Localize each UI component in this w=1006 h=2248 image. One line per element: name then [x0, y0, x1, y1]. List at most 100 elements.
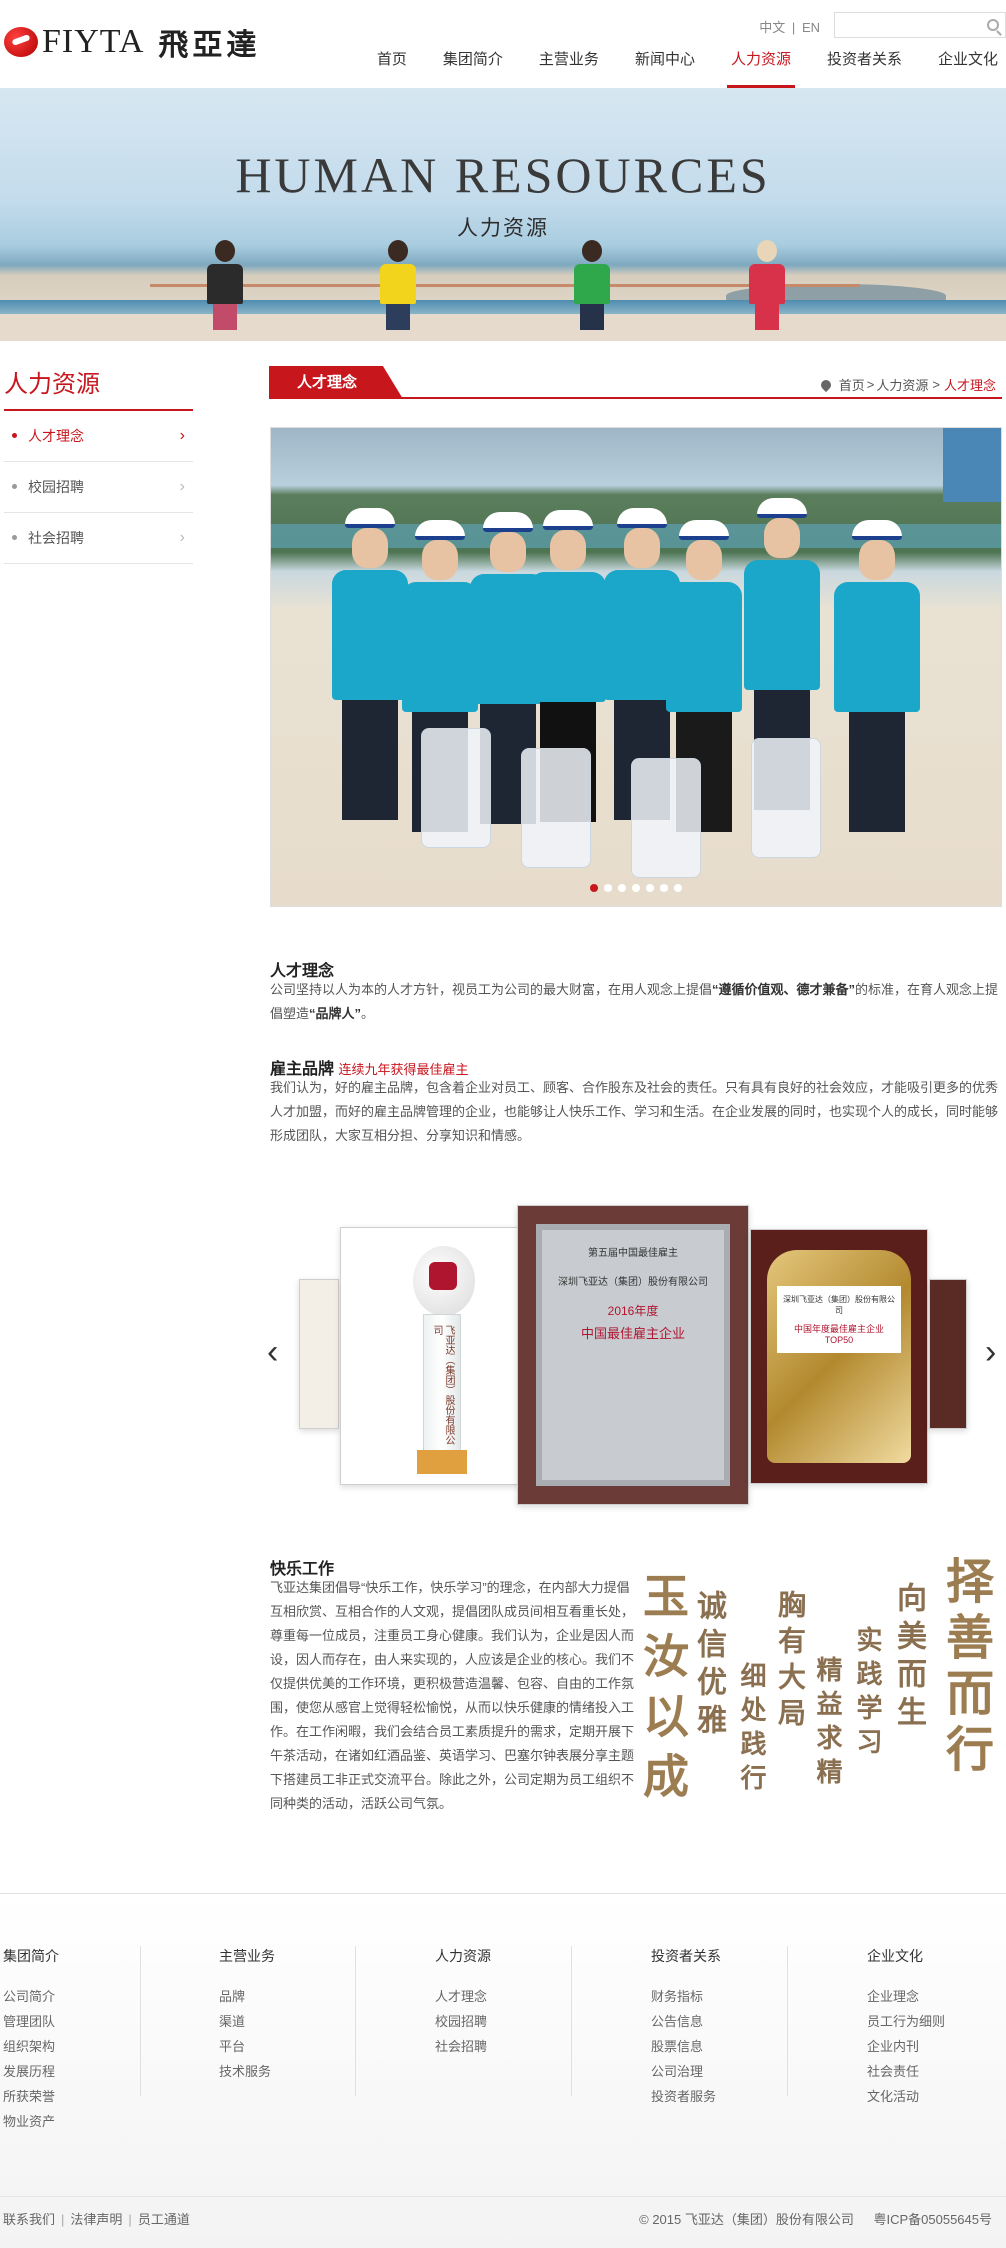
footer-link[interactable]: 物业资产	[3, 2109, 59, 2134]
footer-link[interactable]: 公告信息	[651, 2009, 721, 2034]
footer-link[interactable]: 公司简介	[3, 1984, 59, 2009]
sidebar-title: 人力资源	[4, 371, 100, 398]
carousel-prev-button[interactable]: ‹	[267, 1335, 278, 1369]
breadcrumb-home[interactable]: 首页	[839, 375, 865, 394]
banner-sand	[0, 314, 1006, 341]
nav-culture[interactable]: 企业文化	[920, 50, 1006, 88]
footer-link[interactable]: 平台	[219, 2034, 275, 2059]
footer-link[interactable]: 发展历程	[3, 2059, 59, 2084]
carousel-next-button[interactable]: ›	[985, 1335, 996, 1369]
footer-separator: |	[61, 2212, 65, 2227]
lang-cn-link[interactable]: 中文	[759, 20, 785, 35]
banner-person	[570, 240, 614, 330]
nav-hr[interactable]: 人力资源	[713, 50, 809, 88]
footer-link[interactable]: 社会招聘	[435, 2034, 491, 2059]
slider-dot[interactable]	[632, 884, 640, 892]
award-plaque-gold: 深圳飞亚达（集团）股份有限公司 中国年度最佳雇主企业TOP50	[750, 1229, 928, 1484]
banner-person	[203, 240, 247, 330]
sidebar-item-talent[interactable]: 人才理念 ›	[4, 411, 193, 462]
slider-dot[interactable]	[618, 884, 626, 892]
footer-col-investors: 投资者关系 财务指标 公告信息 股票信息 公司治理 投资者服务	[651, 1946, 721, 2104]
staff-portal-link[interactable]: 员工通道	[138, 2212, 190, 2227]
chevron-right-icon: ›	[179, 529, 185, 546]
nav-investors[interactable]: 投资者关系	[809, 50, 920, 88]
footer-col-title: 集团简介	[3, 1948, 59, 1964]
slider-dot[interactable]	[590, 884, 598, 892]
footer-link[interactable]: 社会责任	[867, 2059, 945, 2084]
calligraphy-line: 细处践行	[736, 1662, 766, 1798]
search-box	[834, 12, 1006, 38]
banner-person	[376, 240, 420, 330]
footer-link[interactable]: 技术服务	[219, 2059, 275, 2084]
legal-link[interactable]: 法律声明	[70, 2212, 122, 2227]
footer-link[interactable]: 财务指标	[651, 1984, 721, 2009]
contact-link[interactable]: 联系我们	[3, 2212, 55, 2227]
breadcrumb-separator: >	[932, 377, 940, 392]
footer-bottom-bar: 联系我们 | 法律声明 | 员工通道 © 2015 飞亚达（集团）股份有限公司 粤ICP…	[0, 2196, 1006, 2248]
location-pin-icon	[818, 377, 833, 392]
section-header: 人才理念 首页 > 人力资源 > 人才理念	[269, 366, 1002, 399]
sidebar-item-label: 人才理念	[28, 428, 84, 444]
hero-banner: HUMAN RESOURCES 人力资源	[0, 88, 1006, 341]
footer-col-business: 主营业务 品牌 渠道 平台 技术服务	[219, 1946, 275, 2096]
award-plaque-main: 第五届中国最佳雇主 深圳飞亚达（集团）股份有限公司 2016年度 中国最佳雇主企…	[517, 1205, 749, 1505]
footer-col-title: 人力资源	[435, 1948, 491, 1964]
footer-link[interactable]: 企业内刊	[867, 2034, 945, 2059]
awards-carousel: ‹ 飞亚达（集团）股份有限公司 第五届中国最佳雇主 深圳飞亚达（集团）股份有限公…	[263, 1205, 1006, 1505]
sidebar-item-label: 校园招聘	[28, 479, 84, 495]
footer-link[interactable]: 企业理念	[867, 1984, 945, 2009]
slider-dot[interactable]	[660, 884, 668, 892]
language-switch: 中文 | EN	[759, 17, 820, 36]
calligraphy-line: 实践学习	[852, 1626, 882, 1762]
footer-link[interactable]: 员工行为细则	[867, 2009, 945, 2034]
nav-home[interactable]: 首页	[359, 50, 425, 88]
footer-bottom-links: 联系我们 | 法律声明 | 员工通道	[3, 2209, 190, 2228]
talent-text-c: 。	[361, 1006, 375, 1021]
breadcrumb-current: 人才理念	[943, 378, 996, 393]
footer-link[interactable]: 人才理念	[435, 1984, 491, 2009]
photo-flag	[943, 428, 1001, 502]
calligraphy-line: 向美而生	[891, 1582, 926, 1734]
nav-group-intro[interactable]: 集团简介	[425, 50, 521, 88]
talent-text-a: 公司坚持以人为本的人才方针，视员工为公司的最大财富，在用人观念上提倡	[270, 982, 713, 997]
footer-link[interactable]: 公司治理	[651, 2059, 721, 2084]
slider-dot[interactable]	[604, 884, 612, 892]
search-input[interactable]	[835, 13, 975, 37]
nav-news[interactable]: 新闻中心	[617, 50, 713, 88]
slider-dot[interactable]	[646, 884, 654, 892]
logo-text: FIYTA	[42, 23, 145, 60]
footer-link[interactable]: 组织架构	[3, 2034, 59, 2059]
footer-col-hr: 人力资源 人才理念 校园招聘 社会招聘	[435, 1946, 491, 2096]
photo-bag	[751, 738, 821, 858]
logo-mark-icon	[4, 27, 38, 57]
footer-divider	[355, 1946, 356, 2096]
footer-link[interactable]: 所获荣誉	[3, 2084, 59, 2109]
calligraphy-line: 精益求精	[812, 1656, 842, 1792]
bullet-icon	[12, 484, 17, 489]
footer-link[interactable]: 文化活动	[867, 2084, 945, 2109]
logo[interactable]: FIYTA 飛亞達	[4, 20, 260, 64]
talent-text: 公司坚持以人为本的人才方针，视员工为公司的最大财富，在用人观念上提倡“遵循价值观…	[270, 978, 1002, 1026]
slider-dot[interactable]	[674, 884, 682, 892]
footer-link[interactable]: 投资者服务	[651, 2084, 721, 2109]
footer	[0, 1893, 1006, 2248]
footer-link[interactable]: 管理团队	[3, 2009, 59, 2034]
nav-business[interactable]: 主营业务	[521, 50, 617, 88]
footer-link[interactable]: 校园招聘	[435, 2009, 491, 2034]
talent-text-bold-a: “遵循价值观、德才兼备”	[712, 982, 856, 997]
footer-link[interactable]: 品牌	[219, 1984, 275, 2009]
footer-link[interactable]: 渠道	[219, 2009, 275, 2034]
banner-sea	[0, 300, 1006, 314]
footer-link[interactable]: 股票信息	[651, 2034, 721, 2059]
search-icon[interactable]	[987, 19, 999, 31]
lang-en-link[interactable]: EN	[802, 20, 820, 35]
breadcrumb-parent[interactable]: 人力资源	[876, 375, 928, 394]
photo-bag	[521, 748, 591, 868]
sidebar-item-campus[interactable]: 校园招聘 ›	[4, 462, 193, 513]
section-tab: 人才理念	[269, 366, 403, 399]
icp-number[interactable]: 粤ICP备05055645号	[873, 2212, 992, 2227]
footer-col-title: 企业文化	[867, 1948, 923, 1964]
sidebar-item-social[interactable]: 社会招聘 ›	[4, 513, 193, 564]
happy-text: 飞亚达集团倡导“快乐工作，快乐学习”的理念，在内部大力提倡互相欣赏、互相合作的人…	[270, 1580, 635, 1811]
photo-slider[interactable]	[270, 427, 1002, 907]
